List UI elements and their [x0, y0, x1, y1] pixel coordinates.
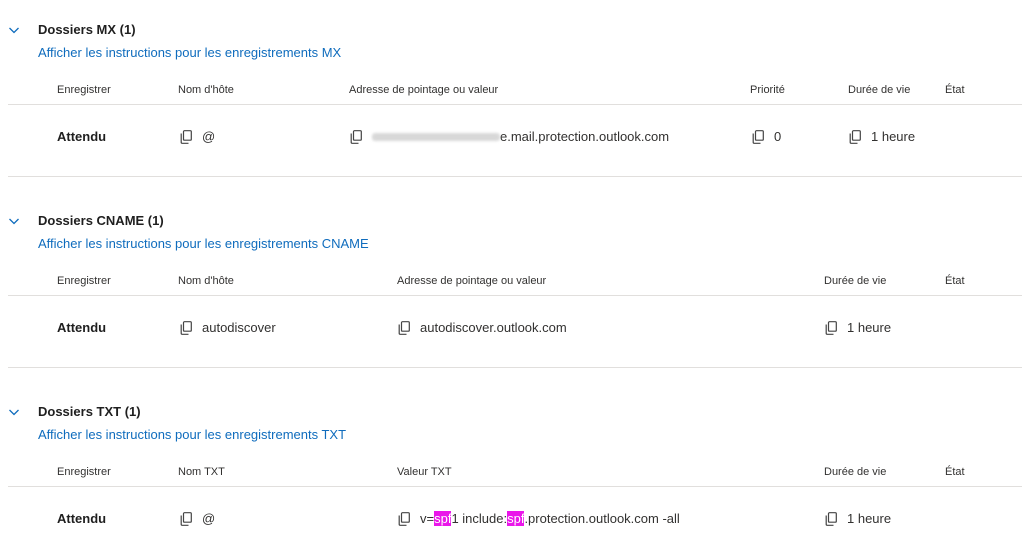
copy-icon[interactable]: [398, 320, 410, 335]
mx-address-value: e.mail.protection.outlook.com: [500, 129, 670, 144]
col-state: État: [945, 275, 965, 287]
col-ttl: Durée de vie: [824, 466, 887, 478]
col-state: État: [945, 84, 965, 96]
txt-value-text: v=spf1 include:spf.protection.outlook.co…: [420, 511, 680, 526]
txt-row-status: Attendu: [57, 511, 107, 526]
txt-name-cell: @: [180, 511, 215, 526]
copy-icon[interactable]: [752, 129, 764, 144]
mx-priority-value: 0: [774, 129, 782, 144]
highlighted-text: spf: [507, 511, 525, 526]
copy-icon[interactable]: [849, 129, 861, 144]
txt-value-part: .protection.outlook.com -all: [524, 511, 680, 526]
col-priority: Priorité: [750, 84, 785, 96]
divider: [8, 104, 1022, 105]
mx-ttl-value: 1 heure: [871, 129, 916, 144]
cname-ttl-value: 1 heure: [847, 320, 892, 335]
col-ttl: Durée de vie: [848, 84, 911, 96]
txt-name-value: @: [202, 511, 216, 526]
cname-section-title: Dossiers CNAME (1): [38, 213, 164, 228]
txt-value-part: v=: [420, 511, 435, 526]
col-address: Adresse de pointage ou valeur: [349, 84, 499, 96]
chevron-down-icon[interactable]: [8, 24, 20, 36]
divider: [8, 295, 1022, 296]
txt-instructions-link[interactable]: Afficher les instructions pour les enreg…: [38, 427, 346, 442]
col-txt-name: Nom TXT: [178, 466, 225, 478]
txt-value-part: 1 include:: [451, 511, 508, 526]
mx-ttl-cell: 1 heure: [849, 129, 915, 144]
mx-host-cell: @: [180, 129, 215, 144]
chevron-down-icon[interactable]: [8, 406, 20, 418]
col-state: État: [945, 466, 965, 478]
cname-ttl-cell: 1 heure: [825, 320, 891, 335]
copy-icon[interactable]: [825, 320, 837, 335]
redacted-text: [372, 132, 500, 141]
col-host: Nom d'hôte: [178, 84, 234, 96]
cname-address-cell: autodiscover.outlook.com: [398, 320, 567, 335]
mx-row-status: Attendu: [57, 129, 107, 144]
chevron-down-icon[interactable]: [8, 215, 20, 227]
copy-icon[interactable]: [180, 511, 192, 526]
col-register: Enregistrer: [57, 275, 111, 287]
mx-instructions-link[interactable]: Afficher les instructions pour les enreg…: [38, 45, 341, 60]
cname-host-cell: autodiscover: [180, 320, 276, 335]
divider: [8, 486, 1022, 487]
copy-icon[interactable]: [398, 511, 410, 526]
cname-row-status: Attendu: [57, 320, 107, 335]
copy-icon[interactable]: [350, 129, 362, 144]
txt-section-title: Dossiers TXT (1): [38, 404, 141, 419]
col-ttl: Durée de vie: [824, 275, 887, 287]
mx-address-cell: e.mail.protection.outlook.com: [350, 129, 669, 144]
txt-ttl-value: 1 heure: [847, 511, 892, 526]
divider: [8, 176, 1022, 177]
copy-icon[interactable]: [180, 320, 192, 335]
divider: [8, 367, 1022, 368]
cname-instructions-link[interactable]: Afficher les instructions pour les enreg…: [38, 236, 369, 251]
col-txt-value: Valeur TXT: [397, 466, 452, 478]
mx-section-title: Dossiers MX (1): [38, 22, 136, 37]
txt-ttl-cell: 1 heure: [825, 511, 891, 526]
mx-priority-cell: 0: [752, 129, 781, 144]
copy-icon[interactable]: [825, 511, 837, 526]
copy-icon[interactable]: [180, 129, 192, 144]
mx-host-value: @: [202, 129, 216, 144]
col-host: Nom d'hôte: [178, 275, 234, 287]
txt-value-cell: v=spf1 include:spf.protection.outlook.co…: [398, 511, 680, 526]
cname-host-value: autodiscover: [202, 320, 276, 335]
cname-address-value: autodiscover.outlook.com: [420, 320, 567, 335]
highlighted-text: spf: [434, 511, 452, 526]
col-register: Enregistrer: [57, 466, 111, 478]
col-address: Adresse de pointage ou valeur: [397, 275, 547, 287]
col-register: Enregistrer: [57, 84, 111, 96]
